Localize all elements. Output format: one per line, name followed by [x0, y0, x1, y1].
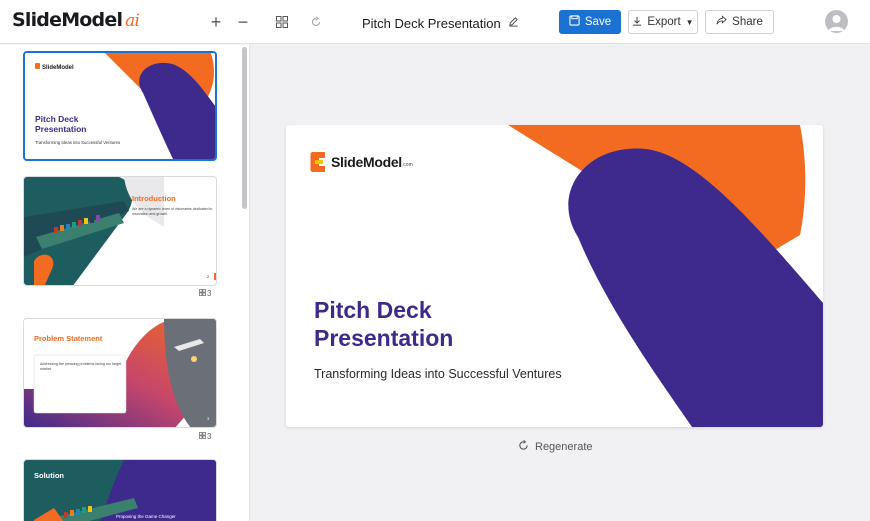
slide-thumbnail-4[interactable]: Solution Proposing the Game Changer: [23, 459, 217, 521]
svg-text:We are a dynamic team of visio: We are a dynamic team of visionaries ded…: [132, 207, 212, 211]
slide-thumbnail-3[interactable]: Problem Statement Addressing the pressin…: [23, 318, 217, 428]
thumb-2-title: Introduction: [132, 194, 176, 203]
variant-count: 3: [207, 432, 212, 441]
regenerate-button[interactable]: Regenerate: [518, 440, 593, 454]
slide-brand-logo: SlideModel .com: [310, 151, 413, 173]
slide-thumbnail-2[interactable]: Introduction We are a dynamic team of vi…: [23, 176, 217, 286]
zoom-in-icon[interactable]: +: [206, 12, 226, 32]
document-title[interactable]: Pitch Deck Presentation: [362, 16, 501, 31]
slide-thumbnail-1[interactable]: SlideModel Pitch Deck Presentation Trans…: [23, 51, 217, 161]
refresh-icon: [518, 440, 529, 454]
thumb-1-brand: SlideModel: [42, 65, 74, 71]
main-slide-canvas[interactable]: SlideModel .com Pitch Deck Presentation …: [286, 125, 823, 427]
logo-ai-suffix: ai: [125, 11, 140, 31]
regenerate-label: Regenerate: [535, 441, 593, 453]
logo-text: SlideModel: [12, 9, 123, 31]
download-icon: [632, 16, 642, 29]
save-icon: [569, 15, 580, 29]
svg-text:market.: market.: [40, 367, 52, 371]
app-logo[interactable]: SlideModel ai: [12, 9, 140, 31]
export-button[interactable]: Export ▼: [628, 10, 698, 34]
save-button[interactable]: Save: [559, 10, 621, 34]
user-avatar[interactable]: [825, 10, 848, 33]
variants-grid-icon: [199, 289, 206, 298]
thumb-1-subtitle: Transforming Ideas into Successful Ventu…: [35, 140, 120, 145]
variant-count: 3: [207, 289, 212, 298]
thumb-4-body: Proposing the Game Changer: [116, 514, 176, 519]
top-bar: SlideModel ai + − Pitch Deck Presentation…: [0, 0, 870, 44]
slide-brand-text: SlideModel: [331, 154, 402, 170]
thumb-3-title: Problem Statement: [34, 334, 103, 343]
slide-2-variant-badge[interactable]: 3: [199, 289, 211, 298]
grid-view-icon[interactable]: [272, 12, 292, 32]
slide-subtitle[interactable]: Transforming Ideas into Successful Ventu…: [314, 367, 562, 381]
sidebar-scrollbar[interactable]: [242, 47, 247, 209]
slide-brand-suffix: .com: [401, 162, 413, 168]
thumb-4-title: Solution: [34, 471, 64, 480]
slide-title[interactable]: Pitch Deck Presentation: [314, 296, 453, 352]
svg-text:innovation and growth.: innovation and growth.: [132, 212, 168, 216]
zoom-out-icon[interactable]: −: [233, 12, 253, 32]
slide-thumbnails-panel: SlideModel Pitch Deck Presentation Trans…: [0, 45, 250, 521]
svg-text:Pitch Deck: Pitch Deck: [35, 114, 79, 124]
share-label: Share: [732, 16, 763, 28]
variants-grid-icon: [199, 432, 206, 441]
share-icon: [716, 15, 727, 29]
svg-text:Addressing the pressing proble: Addressing the pressing problems facing …: [40, 362, 121, 366]
slide-title-line-2: Presentation: [314, 325, 454, 351]
share-button[interactable]: Share: [705, 10, 774, 34]
slide-title-line-1: Pitch Deck: [314, 297, 432, 323]
export-label: Export: [647, 16, 681, 28]
svg-text:Presentation: Presentation: [35, 124, 87, 134]
save-label: Save: [584, 16, 612, 28]
document-title-area: Pitch Deck Presentation: [362, 14, 519, 32]
slide-3-variant-badge[interactable]: 3: [199, 432, 211, 441]
caret-down-icon: ▼: [685, 17, 694, 27]
undo-icon[interactable]: [306, 12, 326, 32]
edit-pencil-icon[interactable]: [508, 14, 519, 32]
brand-mark-icon: [310, 152, 325, 172]
